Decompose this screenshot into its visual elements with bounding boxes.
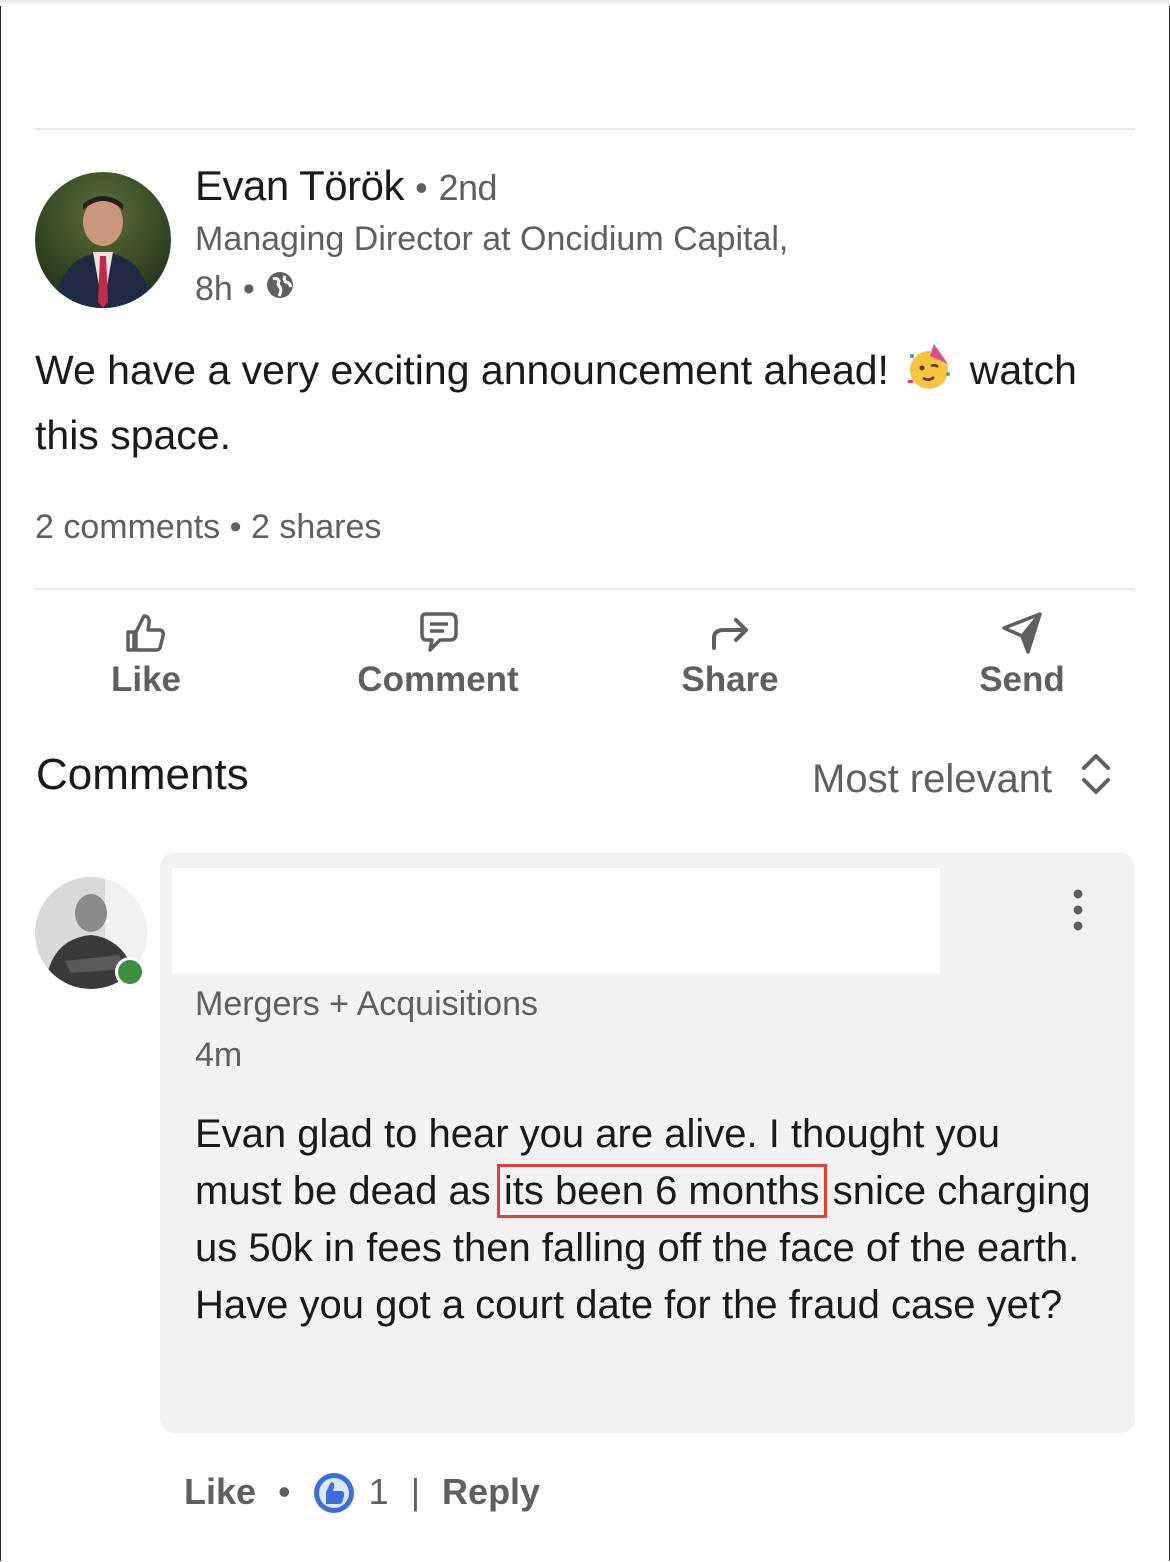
comment-button[interactable]: Comment	[338, 608, 538, 700]
more-options-icon[interactable]	[1066, 888, 1090, 932]
chevron-up-down-icon	[1080, 752, 1112, 806]
like-label: Like	[110, 660, 182, 699]
online-status-dot	[115, 957, 145, 987]
post-author-line[interactable]: Evan Török • 2nd	[195, 162, 498, 210]
comments-heading: Comments	[36, 750, 249, 799]
comment-text: Evan glad to hear you are alive. I thoug…	[195, 1106, 1095, 1334]
comment-actions-dot: •	[278, 1471, 291, 1513]
post-top-divider	[35, 128, 1135, 130]
like-button[interactable]: Like	[46, 608, 246, 700]
thumbs-up-icon	[46, 608, 246, 656]
redacted-commenter-name	[172, 868, 940, 974]
post-stats[interactable]: 2 comments • 2 shares	[35, 508, 381, 547]
send-label: Send	[979, 660, 1065, 699]
connection-degree: 2nd	[438, 167, 498, 208]
globe-icon	[265, 270, 295, 309]
post-time: 8h	[195, 270, 233, 308]
actions-pipe: |	[410, 1471, 421, 1513]
post-meta: 8h •	[195, 270, 295, 309]
commenter-headline: Mergers + Acquisitions	[195, 985, 538, 1023]
degree-separator: •	[415, 167, 428, 208]
share-arrow-icon	[630, 608, 830, 656]
partying-face-emoji	[904, 342, 954, 407]
post-text-part1: We have a very exciting announcement ahe…	[35, 347, 889, 393]
author-avatar[interactable]	[35, 172, 171, 308]
send-button[interactable]: Send	[922, 608, 1122, 700]
sort-dropdown[interactable]: Most relevant	[812, 752, 1112, 806]
share-label: Share	[681, 660, 779, 699]
top-bar-shadow	[0, 0, 1170, 6]
share-button[interactable]: Share	[630, 608, 830, 700]
reaction-count[interactable]: 1	[369, 1471, 389, 1513]
sort-label: Most relevant	[812, 756, 1053, 801]
comment-icon	[338, 608, 538, 656]
post-body: We have a very exciting announcement ahe…	[35, 342, 1145, 464]
actions-divider	[35, 588, 1135, 590]
comment-label: Comment	[357, 660, 519, 699]
meta-separator: •	[242, 270, 255, 308]
author-headline: Managing Director at Oncidium Capital,	[195, 220, 789, 258]
highlighted-phrase: its been 6 months	[496, 1164, 827, 1218]
author-name[interactable]: Evan Török	[195, 162, 405, 209]
reply-button[interactable]: Reply	[442, 1471, 540, 1513]
send-paper-plane-icon	[922, 608, 1122, 656]
like-reaction-icon[interactable]	[313, 1470, 355, 1514]
comment-actions: Like • 1 | Reply	[184, 1470, 540, 1514]
comment-like-button[interactable]: Like	[184, 1471, 256, 1513]
comment-time: 4m	[195, 1036, 243, 1074]
